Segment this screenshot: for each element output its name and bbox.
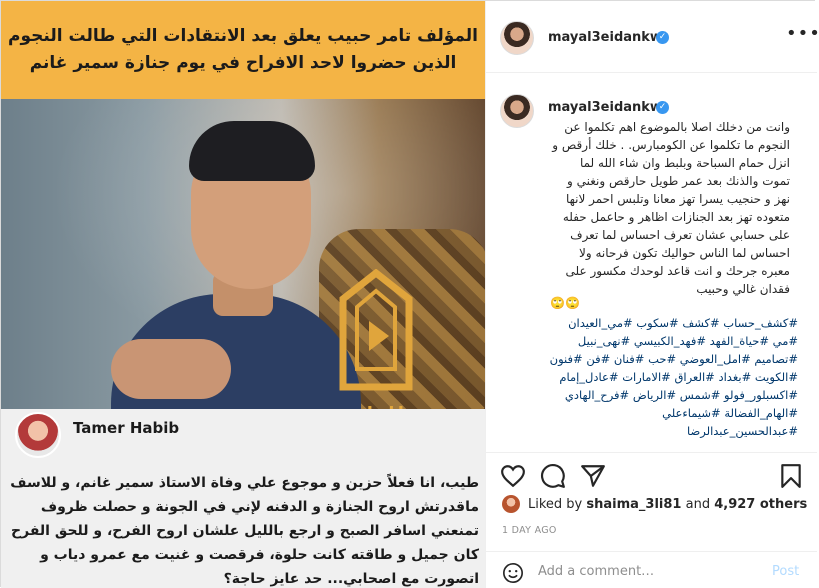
and-label: and bbox=[685, 497, 711, 512]
verified-badge-icon: ✓ bbox=[656, 31, 669, 44]
caption-text: وانت من دخلك اصلا بالموضوع اهم تكلموا عن… bbox=[552, 120, 790, 296]
liked-by-label: Liked by bbox=[528, 497, 583, 512]
caption-verified-badge-icon: ✓ bbox=[656, 101, 669, 114]
emoji-smiley-icon[interactable] bbox=[502, 562, 524, 584]
author-username[interactable]: mayal3eidankwt bbox=[548, 30, 668, 45]
comments-area: mayal3eidankwt ✓ وانت من دخلك اصلا بالمو… bbox=[486, 74, 817, 452]
post-dialog: المؤلف تامر حبيب يعلق بعد الانتقادات الت… bbox=[0, 0, 819, 588]
tweet-author-name: Tamer Habib bbox=[73, 419, 180, 437]
add-comment-bar: Post bbox=[486, 551, 817, 588]
likes-count[interactable]: 4,927 others bbox=[714, 497, 807, 512]
liker-avatar bbox=[502, 495, 520, 513]
headline-line-1: المؤلف تامر حبيب يعلق بعد الانتقادات الت… bbox=[8, 26, 478, 46]
liked-by-user[interactable]: shaima_3li81 bbox=[586, 497, 681, 512]
tweet-avatar bbox=[15, 412, 61, 458]
alnaqed-logo-icon bbox=[339, 269, 413, 391]
save-bookmark-icon[interactable] bbox=[778, 463, 804, 489]
caption-hashtags[interactable]: #كشف_حساب #كشف #سكوب #مي_العيدان #مي #حي… bbox=[548, 314, 798, 440]
author-avatar[interactable] bbox=[500, 21, 534, 55]
headline-banner: المؤلف تامر حبيب يعلق بعد الانتقادات الت… bbox=[1, 1, 485, 99]
comment-bubble-icon[interactable] bbox=[540, 463, 566, 489]
post-sidebar: mayal3eidankwt ✓ ••• mayal3eidankwt ✓ وا… bbox=[485, 1, 819, 588]
like-heart-icon[interactable] bbox=[500, 463, 526, 489]
post-comment-button[interactable]: Post bbox=[772, 564, 799, 579]
post-timestamp[interactable]: 1 DAY AGO bbox=[502, 525, 557, 536]
comment-input[interactable] bbox=[538, 560, 758, 582]
headline-line-2: الذين حضروا لاحد الافراح في يوم جنازة سم… bbox=[29, 53, 457, 73]
caption-author-username[interactable]: mayal3eidankwt bbox=[548, 100, 668, 115]
caption-emojis: 🙄🙄 bbox=[550, 296, 580, 310]
caption-author-avatar[interactable] bbox=[500, 94, 534, 128]
post-header: mayal3eidankwt ✓ ••• bbox=[486, 1, 819, 73]
post-image[interactable]: المؤلف تامر حبيب يعلق بعد الانتقادات الت… bbox=[1, 1, 485, 588]
action-bar bbox=[486, 452, 817, 494]
share-send-icon[interactable] bbox=[580, 463, 606, 489]
tweet-text: طيب، انا فعلاً حزين و موجوع علي وفاة الا… bbox=[10, 475, 479, 587]
more-options-icon[interactable]: ••• bbox=[786, 23, 819, 44]
